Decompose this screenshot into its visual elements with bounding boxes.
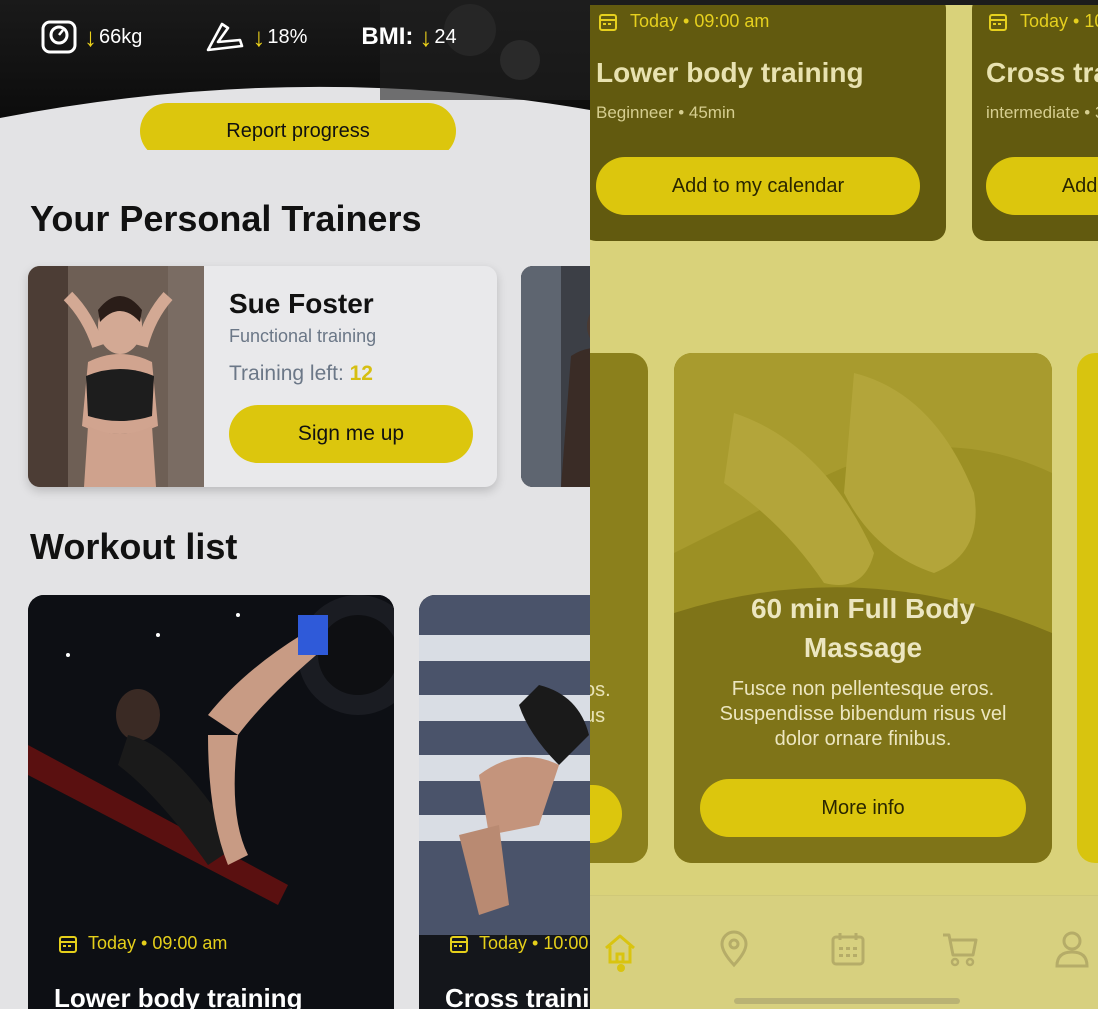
trainer-specialty: Functional training: [229, 326, 377, 346]
class-title: Cross training: [986, 57, 1098, 88]
trainer-photo-next: [521, 266, 590, 487]
class-date-text: Today • 10:00 am: [1020, 11, 1098, 31]
bottom-nav: [590, 895, 1098, 1009]
calendar-icon: [831, 933, 865, 966]
training-left-value: 12: [349, 362, 373, 385]
nav-cart[interactable]: [940, 926, 980, 972]
stats-row: ↓ 66kg ↓ 18% BMI: ↓ 24: [40, 14, 580, 60]
trainers-heading: Your Personal Trainers: [30, 198, 422, 239]
right-screen: Today • 09:00 am Lower body training Beg…: [590, 5, 1098, 1009]
nav-calendar[interactable]: [828, 926, 868, 972]
workout-card[interactable]: Today • 09:00 am Lower body training: [28, 595, 394, 1009]
class-title: Lower body training: [596, 57, 864, 88]
promo-card-prev[interactable]: os. us: [590, 353, 648, 863]
bmi-stat: BMI: ↓ 24: [361, 23, 456, 51]
class-date: Today • 09:00 am: [598, 11, 769, 32]
app-root: ↓ 66kg ↓ 18% BMI: ↓ 24 Report progress Y…: [0, 0, 1098, 1009]
promo-button-fragment[interactable]: [590, 785, 622, 843]
down-arrow-icon: ↓: [84, 22, 97, 52]
bmi-value: 24: [434, 25, 457, 48]
trainer-card[interactable]: Sue Foster Functional training Training …: [28, 266, 497, 487]
calendar-icon: [59, 935, 77, 953]
add-to-calendar-button[interactable]: Add to my calendar: [596, 157, 920, 215]
promo-text-fragment: us: [590, 705, 606, 727]
workout-heading: Workout list: [30, 526, 238, 567]
cart-icon: [943, 933, 978, 967]
class-date-text: Today • 09:00 am: [630, 11, 770, 31]
calendar-icon: [989, 13, 1007, 31]
workout-title: Lower body training: [54, 983, 303, 1009]
workout-date-text: Today • 09:00 am: [88, 933, 228, 953]
calendar-icon: [599, 13, 617, 31]
training-left: Training left: 12: [229, 362, 373, 386]
body-fat-stat: ↓ 18%: [204, 20, 307, 54]
more-info-button[interactable]: More info: [700, 779, 1026, 837]
down-arrow-icon: ↓: [252, 22, 266, 52]
trainer-card-next[interactable]: [521, 266, 590, 487]
promo-description: Fusce non pellentesque eros. Suspendisse…: [719, 678, 1007, 750]
workout-title: Cross training: [445, 983, 590, 1009]
scale-icon: [41, 20, 77, 54]
training-left-label: Training left:: [229, 362, 344, 385]
add-to-calendar-button[interactable]: Add to my calendar: [986, 157, 1098, 215]
home-icon: [605, 934, 635, 964]
sign-me-up-button[interactable]: Sign me up: [229, 405, 473, 463]
workout-date: Today • 10:00: [449, 933, 588, 954]
class-subtitle: Beginneer • 45min: [596, 103, 736, 122]
nav-location[interactable]: [714, 926, 754, 972]
workout-date-text: Today • 10:00: [479, 933, 589, 953]
workout-date: Today • 09:00 am: [58, 933, 227, 954]
stats-hero: ↓ 66kg ↓ 18% BMI: ↓ 24 Report progress: [0, 0, 590, 150]
workout-card[interactable]: Today • 10:00 Cross training: [419, 595, 590, 1009]
promo-card[interactable]: 60 min Full Body Massage Fusce non pelle…: [674, 353, 1052, 863]
trainer-name: Sue Foster: [229, 288, 374, 319]
weight-stat: ↓ 66kg: [40, 19, 142, 55]
calendar-icon: [450, 935, 468, 953]
class-subtitle: intermediate • 30min: [986, 103, 1098, 122]
home-indicator: [734, 998, 960, 1004]
nav-profile[interactable]: [1052, 926, 1092, 972]
caliper-icon: [207, 22, 244, 52]
user-icon: [1055, 931, 1089, 968]
promo-text-fragment: os.: [590, 679, 611, 701]
location-pin-icon: [720, 930, 748, 968]
body-fat-value: 18%: [267, 25, 308, 48]
weight-value: 66kg: [99, 25, 143, 48]
promo-title: 60 min Full Body Massage: [750, 593, 976, 663]
trainer-photo: [28, 266, 204, 487]
report-progress-button[interactable]: Report progress: [140, 103, 456, 150]
left-screen: ↓ 66kg ↓ 18% BMI: ↓ 24 Report progress Y…: [0, 0, 590, 1009]
bmi-label: BMI:: [361, 23, 414, 50]
promo-card-next[interactable]: [1077, 353, 1098, 863]
class-date: Today • 10:00 am: [988, 11, 1098, 32]
active-indicator: [617, 964, 625, 972]
class-card[interactable]: Today • 10:00 am Cross training intermed…: [972, 5, 1098, 241]
down-arrow-icon: ↓: [419, 22, 433, 52]
class-card[interactable]: Today • 09:00 am Lower body training Beg…: [590, 5, 946, 241]
